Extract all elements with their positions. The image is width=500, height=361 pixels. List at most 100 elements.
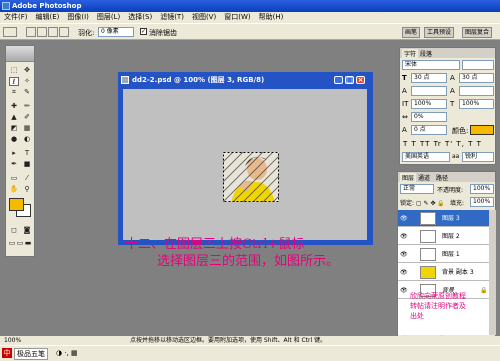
subtract-selection-icon[interactable] bbox=[48, 27, 58, 37]
add-selection-icon[interactable] bbox=[37, 27, 47, 37]
maximize-button[interactable]: □ bbox=[345, 76, 354, 84]
brush-tool-icon[interactable]: ✏ bbox=[22, 102, 32, 111]
close-button[interactable]: × bbox=[356, 76, 365, 84]
fill-input[interactable]: 100% bbox=[470, 197, 494, 207]
magic-wand-icon[interactable]: ✧ bbox=[22, 77, 32, 86]
layer-row[interactable]: 👁 图层 1 bbox=[398, 246, 490, 263]
watermark-line: 欣欣向荣原创教程 bbox=[410, 292, 466, 300]
eye-icon[interactable]: 👁 bbox=[400, 210, 408, 227]
intersect-selection-icon[interactable] bbox=[59, 27, 69, 37]
feather-label: 羽化: bbox=[78, 29, 95, 37]
ime-logo-icon[interactable]: 中 bbox=[2, 348, 12, 358]
opacity-input[interactable]: 100% bbox=[470, 184, 494, 194]
tab-paragraph[interactable]: 段落 bbox=[420, 49, 432, 58]
lock-icons[interactable]: 锁定: ▢ ✎ ✥ 🔒 bbox=[400, 198, 445, 207]
font-style-select[interactable] bbox=[462, 60, 494, 70]
eraser-tool-icon[interactable]: ◩ bbox=[9, 124, 19, 133]
tab-tool-presets[interactable]: 工具预设 bbox=[424, 27, 455, 38]
crop-tool-icon[interactable]: ⌗ bbox=[9, 88, 19, 97]
type-tool-icon[interactable]: T bbox=[22, 149, 32, 158]
eye-icon[interactable]: 👁 bbox=[400, 282, 408, 299]
lasso-tool-icon[interactable]: ℓ bbox=[9, 77, 19, 86]
menu-image[interactable]: 图像(I) bbox=[67, 13, 89, 21]
screen-mode-full-icon[interactable]: ▬ bbox=[24, 239, 32, 248]
language-select[interactable]: 美国英语 bbox=[402, 152, 450, 162]
menu-view[interactable]: 视图(V) bbox=[192, 13, 216, 21]
eye-icon[interactable]: 👁 bbox=[400, 228, 408, 245]
layer-thumbnail bbox=[420, 266, 436, 279]
layer-row[interactable]: 👁 图层 3 bbox=[398, 210, 490, 227]
foreground-color-swatch[interactable] bbox=[9, 198, 24, 211]
zoom-tool-icon[interactable]: ⚲ bbox=[22, 185, 32, 194]
history-brush-icon[interactable]: ✐ bbox=[22, 113, 32, 122]
notes-tool-icon[interactable]: ▭ bbox=[9, 174, 19, 183]
text-color-swatch[interactable] bbox=[470, 125, 494, 135]
pen-tool-icon[interactable]: ✒ bbox=[9, 160, 19, 169]
layer-thumbnail bbox=[420, 212, 436, 225]
ime-name[interactable]: 极品五笔 bbox=[14, 348, 48, 360]
shape-tool-icon[interactable]: ■ bbox=[22, 160, 32, 169]
author-watermark: 欣欣向荣原创教程 转帖请注明作者及 出处 bbox=[410, 291, 466, 321]
text-style-buttons[interactable]: T T TT Tr T' T, T T bbox=[403, 140, 482, 148]
menu-file[interactable]: 文件(F) bbox=[4, 13, 28, 21]
toolbox: ⬚ ✥ ℓ ✧ ⌗ ✎ ✚ ✏ ▲ ✐ ◩ ▦ ● ◐ ▸ T ✒ ■ ▭ ⁄ … bbox=[5, 45, 35, 257]
eye-icon[interactable]: 👁 bbox=[400, 246, 408, 263]
minimize-button[interactable]: _ bbox=[334, 76, 343, 84]
healing-brush-icon[interactable]: ✚ bbox=[9, 102, 19, 111]
tab-layer-comps[interactable]: 图层复合 bbox=[462, 27, 493, 38]
standard-mode-icon[interactable]: ◻ bbox=[9, 226, 19, 235]
ime-toolbar: 中 极品五笔 ◑ ·, ▦ bbox=[0, 345, 500, 361]
horizontal-scale-input[interactable]: 100% bbox=[459, 99, 494, 109]
antialias-select[interactable]: 锐利 bbox=[462, 152, 494, 162]
tab-channels[interactable]: 通道 bbox=[418, 173, 430, 182]
antialias-checkbox[interactable]: ✓ bbox=[140, 28, 147, 35]
horizontal-scale-icon: T bbox=[450, 100, 455, 108]
feather-input[interactable]: 0 像素 bbox=[98, 27, 134, 37]
vertical-scale-input[interactable]: 100% bbox=[411, 99, 447, 109]
dodge-tool-icon[interactable]: ◐ bbox=[22, 135, 32, 144]
menu-help[interactable]: 帮助(H) bbox=[259, 13, 284, 21]
blur-tool-icon[interactable]: ● bbox=[9, 135, 19, 144]
path-selection-icon[interactable]: ▸ bbox=[9, 149, 19, 158]
screen-mode-full-menu-icon[interactable]: ▭ bbox=[16, 239, 24, 248]
menu-layer[interactable]: 图层(L) bbox=[97, 13, 120, 21]
slice-tool-icon[interactable]: ✎ bbox=[22, 88, 32, 97]
layers-scrollbar[interactable] bbox=[489, 210, 496, 335]
layer-image-selection[interactable] bbox=[223, 152, 279, 202]
new-selection-icon[interactable] bbox=[26, 27, 36, 37]
tab-paths[interactable]: 路径 bbox=[436, 173, 448, 182]
hand-tool-icon[interactable]: ✋ bbox=[9, 185, 19, 194]
watermark-line: 转帖请注明作者及 bbox=[410, 302, 466, 310]
marquee-tool-icon[interactable]: ⬚ bbox=[9, 66, 19, 75]
layer-row[interactable]: 👁 背景 副本 3 bbox=[398, 264, 490, 281]
kerning-input[interactable] bbox=[411, 86, 447, 96]
document-canvas[interactable] bbox=[123, 89, 367, 240]
tab-brushes[interactable]: 画笔 bbox=[402, 27, 421, 38]
menu-select[interactable]: 选择(S) bbox=[128, 13, 152, 21]
menu-window[interactable]: 窗口(W) bbox=[224, 13, 250, 21]
font-size-input[interactable]: 30 点 bbox=[411, 73, 447, 83]
tab-layers[interactable]: 图层 bbox=[400, 173, 417, 182]
ime-mode-icons[interactable]: ◑ ·, ▦ bbox=[56, 349, 78, 357]
quick-mask-icon[interactable]: ◙ bbox=[22, 226, 32, 235]
gradient-tool-icon[interactable]: ▦ bbox=[22, 124, 32, 133]
psd-icon bbox=[121, 76, 129, 84]
layer-row[interactable]: 👁 图层 2 bbox=[398, 228, 490, 245]
antialias-label: 消除锯齿 bbox=[149, 29, 177, 37]
screen-mode-standard-icon[interactable]: ▭ bbox=[8, 239, 16, 248]
eye-icon[interactable]: 👁 bbox=[400, 264, 408, 281]
eyedropper-icon[interactable]: ⁄ bbox=[22, 174, 32, 183]
lasso-preset-icon[interactable] bbox=[3, 27, 17, 37]
move-tool-icon[interactable]: ✥ bbox=[22, 66, 32, 75]
tsume-input[interactable]: 0% bbox=[411, 112, 447, 122]
blend-mode-select[interactable]: 正常 bbox=[400, 184, 434, 194]
tracking-input[interactable] bbox=[459, 86, 494, 96]
clone-stamp-icon[interactable]: ▲ bbox=[9, 113, 19, 122]
leading-input[interactable]: 30 点 bbox=[459, 73, 494, 83]
font-family-select[interactable]: 宋体 bbox=[402, 60, 460, 70]
menu-filter[interactable]: 滤镜(T) bbox=[160, 13, 184, 21]
document-title-bar[interactable]: dd2-2.psd @ 100% (图层 3, RGB/8) _ □ × bbox=[120, 74, 371, 86]
baseline-shift-input[interactable]: 0 点 bbox=[411, 125, 447, 135]
tab-character[interactable]: 字符 bbox=[402, 49, 419, 58]
menu-edit[interactable]: 编辑(E) bbox=[36, 13, 60, 21]
